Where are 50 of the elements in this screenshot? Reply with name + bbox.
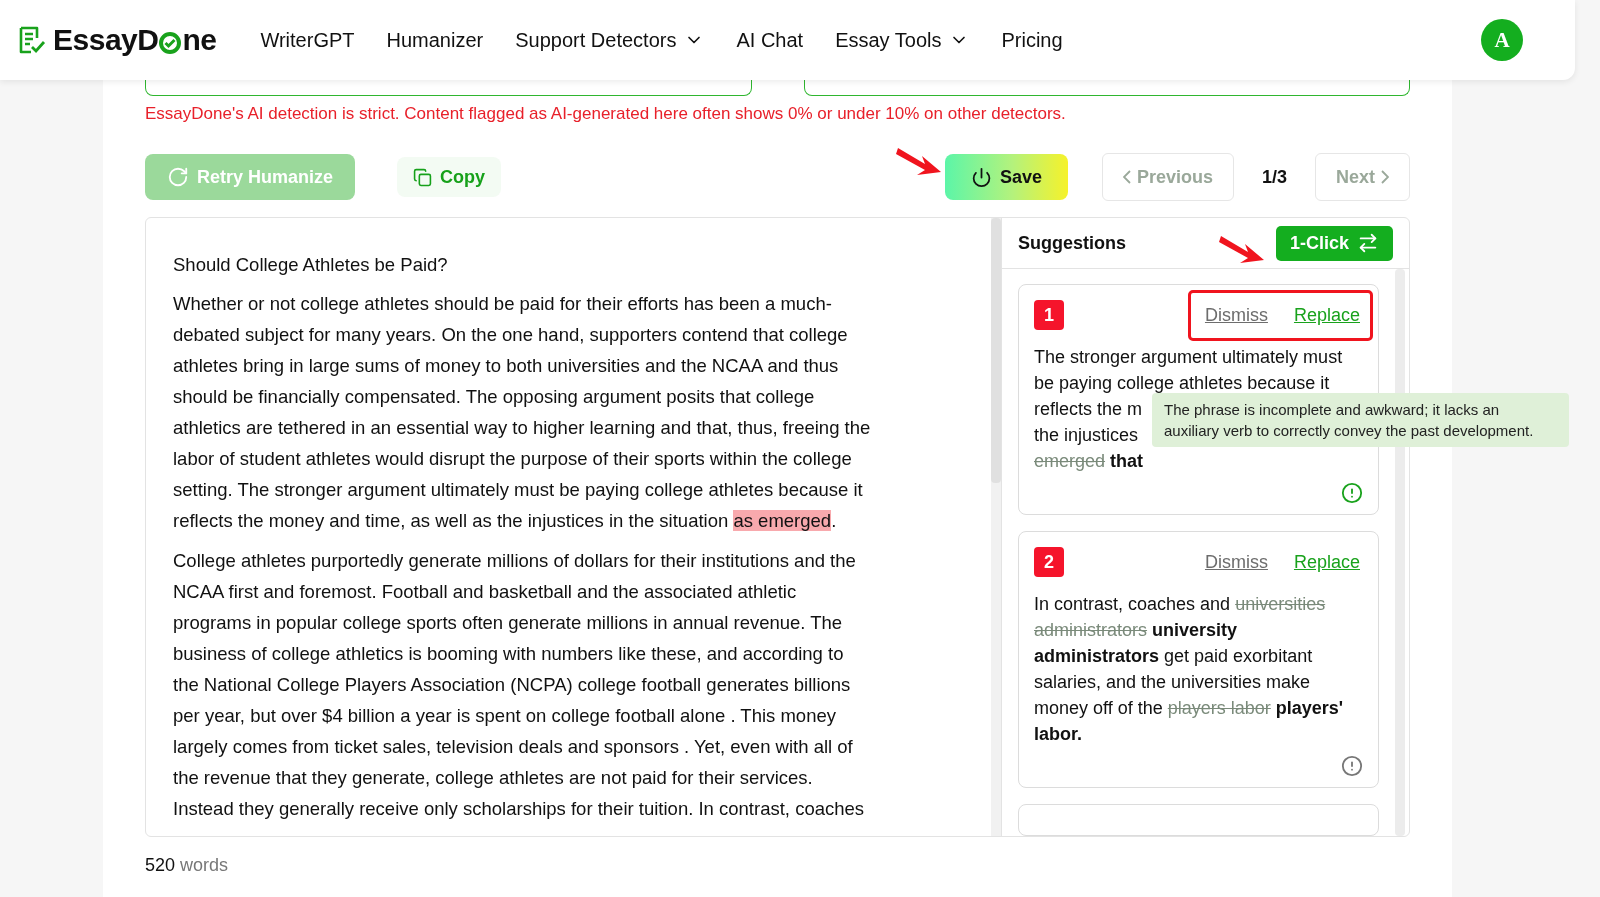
replace-link[interactable]: Replace — [1293, 304, 1360, 326]
suggestions-title: Suggestions — [1018, 232, 1126, 254]
scrollbar-thumb[interactable] — [991, 218, 1001, 483]
dismiss-link[interactable]: Dismiss — [1204, 551, 1268, 573]
suggestion-text-line: In contrast, coaches and universities — [1034, 593, 1326, 616]
one-click-button[interactable]: 1-Click — [1275, 225, 1393, 261]
info-icon[interactable] — [1341, 755, 1363, 777]
logo-text: EssayD — [53, 23, 159, 57]
dismiss-link[interactable]: Dismiss — [1204, 304, 1268, 326]
essay-paragraph: Whether or not college athletes should be paid for their efforts has been a much- debated subject for many years. On the one hand, supporters contend that college athletes bring in large sums of money to both universities and the NCAA and thus should be financially compensated. The opposing argument posits that college athletics are tethered in an essential way to higher learning and that, thus, freeing the labor of student athletes would disrupt the purpose of their sports within the college setting. The stronger argument ultimately must be paying college athletes because it reflects the money and time, as well as the injustices in the situation as emerged. — [173, 292, 872, 533]
suggestion-text-line: reflects the m — [1034, 398, 1143, 421]
nav-link[interactable]: AI Chat — [736, 28, 804, 52]
user-avatar[interactable]: A — [1481, 19, 1523, 61]
chevron-right-icon — [1381, 170, 1389, 184]
suggestion-number: 2 — [1034, 547, 1064, 577]
suggestion-text-line: administrators get paid exorbitant — [1034, 645, 1313, 668]
text-area[interactable] — [145, 80, 752, 96]
suggestion-text-line: administrators university — [1034, 619, 1238, 642]
info-icon[interactable] — [1341, 482, 1363, 504]
replace-link[interactable]: Replace — [1293, 551, 1360, 573]
refresh-icon — [167, 166, 189, 188]
tooltip: The phrase is incomplete and awkward; it lacks an auxiliary verb to correctly convey the past development. — [1152, 393, 1569, 447]
swap-arrows-icon — [1357, 232, 1379, 254]
chevron-left-icon — [1122, 170, 1131, 184]
suggestion-number: 1 — [1034, 300, 1064, 330]
page-indicator: 1/3 — [1261, 166, 1287, 188]
suggestion-text-line: be paying college athletes because it — [1034, 372, 1330, 395]
nav-link[interactable]: Support Detectors — [515, 28, 705, 52]
detection-notice: EssayDone's AI detection is strict. Content flagged as AI-generated here often shows 0% or under 10% on other detectors. — [145, 104, 1067, 124]
suggestion-text-line: labor. — [1034, 723, 1082, 746]
copy-icon — [413, 167, 433, 187]
power-icon — [970, 166, 992, 188]
suggestion-text-line: money off of the players labor players' — [1034, 697, 1344, 720]
text-area[interactable] — [803, 80, 1410, 96]
essay-paragraph: College athletes purportedly generate millions of dollars for their institutions and the NCAA first and foremost. Football and basketball and the associated athletic programs in popular college sports often generate millions in annual revenue. The business of college athletics is booming with numbers like these, and according to the National College Players Association (NCPA) college football generates billions per year, but over $4 billion a year is spent on college football alone . This money largely comes from ticket sales, television deals and sponsors . Yet, even with all of the revenue that they generate, college athletes are not paid for their services. Instead they generally receive only scholarships for their tuition. In contrast, coaches — [173, 549, 866, 821]
save-button[interactable]: Save — [944, 154, 1068, 200]
nav-link[interactable]: Essay Tools — [835, 28, 970, 52]
check-circle-icon — [159, 31, 182, 54]
suggestion-text-line: the injustices — [1034, 424, 1139, 447]
nav-link[interactable]: Pricing — [1001, 28, 1063, 52]
word-count: 520 — [145, 855, 176, 876]
word-count-label: words — [180, 855, 229, 876]
logo-text: ne — [182, 23, 217, 57]
suggestion-text-line: salaries, and the universities make — [1034, 671, 1311, 694]
nav-link[interactable]: WriterGPT — [260, 28, 355, 52]
suggestion-text-line: emerged that — [1034, 450, 1144, 473]
copy-button[interactable]: Copy — [397, 157, 502, 197]
essay-title: Should College Athletes be Paid? — [173, 254, 449, 276]
nav-link[interactable]: Humanizer — [386, 28, 484, 52]
suggestion-text-line: The stronger argument ultimately must — [1034, 346, 1343, 369]
